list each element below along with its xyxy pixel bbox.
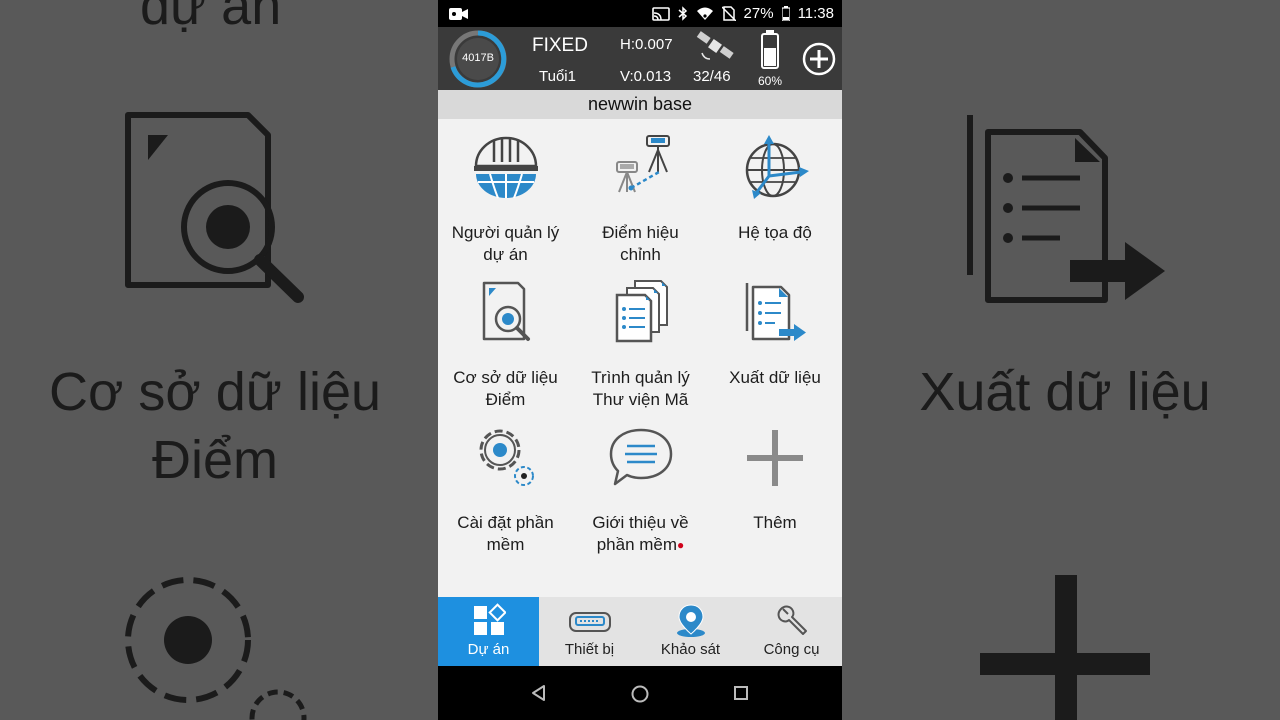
h-precision: H:0.007 [620, 36, 673, 53]
menu-label-line2: mềm [486, 535, 525, 554]
menu-item-more[interactable]: Thêm [708, 414, 842, 559]
menu-label-line1: Trình quản lý [591, 368, 690, 387]
bg-text-left-2: Điểm [151, 430, 278, 490]
project-title: newwin base [438, 90, 842, 119]
nav-label: Thiết bị [564, 641, 615, 658]
document-search-icon [482, 281, 530, 341]
menu-item-code-library[interactable]: Trình quản lý Thư viện Mã [573, 269, 708, 414]
notification-dot-icon: ● [677, 538, 685, 552]
status-bar: 27% 11:38 [438, 0, 842, 27]
device-battery: 60% [758, 74, 783, 88]
system-nav-bar [438, 666, 842, 720]
nav-tab-device[interactable]: Thiết bị [539, 597, 640, 666]
location-pin-icon [676, 604, 705, 637]
bg-document-search-icon [125, 112, 304, 303]
back-icon[interactable] [530, 684, 548, 702]
bg-gear-icon [125, 577, 307, 720]
menu-label-line2: Điểm [485, 390, 526, 409]
helmet-globe-icon [473, 136, 538, 199]
cast-icon [651, 6, 670, 21]
menu-label-line1: Người quản lý [451, 223, 560, 242]
receiver-icon [568, 612, 611, 632]
bg-text-right: Xuất dữ liệu [919, 362, 1211, 422]
menu-label-line1: Thêm [753, 513, 797, 532]
v-precision: V:0.013 [620, 68, 672, 85]
menu-label-line2: dự án [483, 245, 528, 264]
bluetooth-icon [678, 6, 687, 21]
menu-item-about-software[interactable]: Giới thiệu về phần mềm● [573, 414, 708, 559]
menu-label-line1: Xuất dữ liệu [729, 368, 821, 387]
menu-label-line2: phần mềm [596, 535, 678, 554]
nav-label: Công cụ [763, 641, 820, 658]
menu-label-line2: chỉnh [620, 245, 661, 264]
menu-item-coordinate-system[interactable]: Hệ tọa độ [708, 124, 842, 269]
gnss-status-bar: 4017B FIXED Tuổi1 H:0.007 V:0.013 32/46 … [438, 27, 842, 90]
no-sim-icon [721, 6, 736, 21]
chat-bubble-icon [609, 428, 672, 486]
nav-tab-tools[interactable]: Công cụ [741, 597, 842, 666]
bg-text-left-1: Cơ sở dữ liệu [48, 362, 382, 422]
grid-icon [473, 603, 506, 635]
bg-text-top-left: dự án [140, 0, 282, 36]
solution-status: FIXED [532, 35, 588, 56]
bottom-nav: Dự án Thiết bị Khảo sát Công cụ [438, 597, 842, 666]
bg-plus-icon [980, 575, 1150, 720]
status-right: 27% 11:38 [651, 5, 834, 22]
video-record-icon [449, 8, 468, 20]
nav-label: Dự án [467, 641, 510, 658]
nav-tab-survey[interactable]: Khảo sát [640, 597, 741, 666]
menu-label-line1: Điểm hiệu [602, 223, 679, 242]
device-battery-icon [761, 30, 779, 69]
satellite-icon [696, 31, 734, 60]
satellite-count: 32/46 [693, 68, 731, 85]
phone-screen: 27% 11:38 4017B FIXED Tuổi1 H:0.007 V:0.… [438, 0, 842, 720]
device-id: 4017B [462, 52, 494, 64]
survey-tripod-icon [615, 135, 670, 193]
recents-icon[interactable] [733, 685, 749, 701]
menu-label-line2: Thư viện Mã [592, 390, 689, 409]
document-export-icon [745, 283, 806, 341]
menu-label-line1: Giới thiệu về [592, 513, 689, 532]
plus-icon [747, 430, 803, 486]
menu-label-line1: Cài đặt phần [457, 513, 554, 532]
wrench-icon [777, 605, 807, 635]
age-value: Tuổi1 [539, 68, 576, 85]
menu-label-line1: Cơ sở dữ liệu [453, 368, 558, 387]
menu-item-export-data[interactable]: Xuất dữ liệu [708, 269, 842, 414]
gear-icon [479, 429, 534, 486]
clock: 11:38 [797, 5, 834, 22]
wifi-icon [696, 7, 713, 20]
menu-item-point-database[interactable]: Cơ sở dữ liệu Điểm [438, 269, 573, 414]
document-stack-icon [615, 280, 668, 343]
nav-label: Khảo sát [660, 641, 721, 658]
coordinate-globe-icon [745, 135, 809, 199]
menu-label-line1: Hệ tọa độ [738, 223, 812, 242]
add-circle-icon[interactable] [801, 41, 837, 77]
battery-percent: 27% [743, 5, 774, 22]
bg-document-export-icon [967, 115, 1165, 303]
device-ring[interactable]: 4017B [448, 29, 508, 89]
menu-item-software-settings[interactable]: Cài đặt phần mềm [438, 414, 573, 559]
menu-item-calibration-point[interactable]: Điểm hiệu chỉnh [573, 124, 708, 269]
nav-tab-project[interactable]: Dự án [438, 597, 539, 666]
menu-grid: Người quản lý dự án Điểm hiệu chỉnh Hệ t… [438, 124, 842, 559]
battery-icon [781, 6, 790, 21]
home-icon[interactable] [630, 684, 650, 704]
menu-item-project-manager[interactable]: Người quản lý dự án [438, 124, 573, 269]
